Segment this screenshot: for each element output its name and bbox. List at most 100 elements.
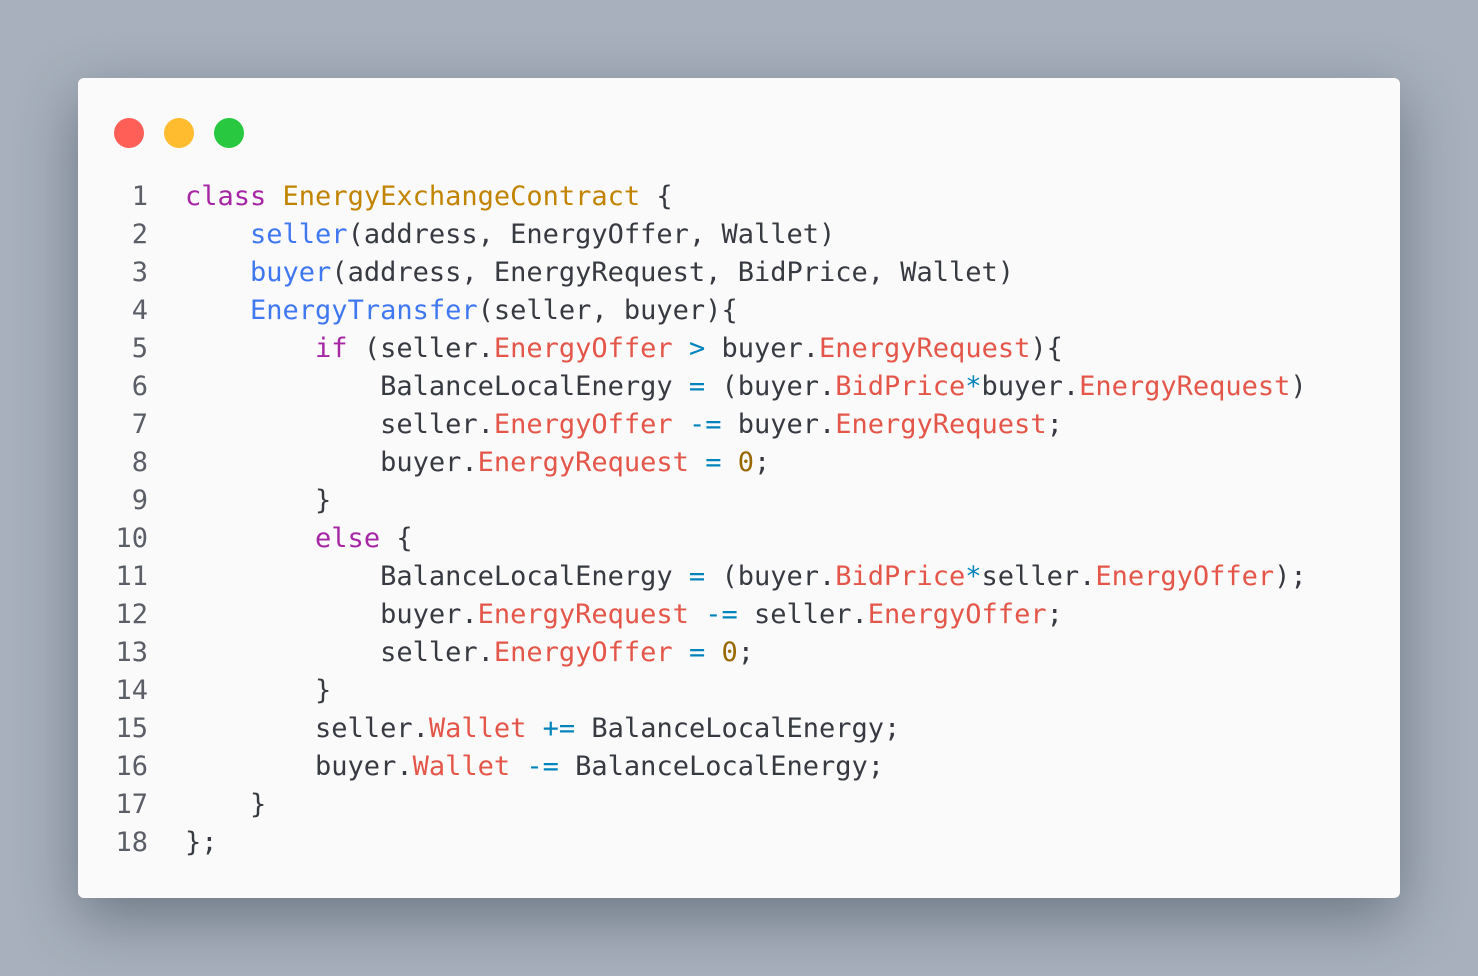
line-number: 7 — [131, 409, 148, 440]
code-token: EnergyOffer — [867, 599, 1047, 630]
code-token: += — [542, 713, 576, 744]
code-token: buyer. — [185, 447, 478, 478]
code-token: seller. — [981, 561, 1096, 592]
code-token: -= — [688, 409, 722, 440]
code-token: EnergyTransfer — [250, 295, 478, 326]
code-text: buyer.Wallet -= BalanceLocalEnergy; — [185, 748, 884, 786]
line-number: 13 — [115, 637, 148, 668]
code-token: EnergyOffer — [493, 409, 673, 440]
code-line: 17 } — [78, 786, 1400, 824]
code-token: buyer. — [185, 599, 478, 630]
code-token: buyer — [250, 257, 332, 288]
code-line: 14 } — [78, 672, 1400, 710]
code-token: = — [688, 371, 706, 402]
code-text: buyer.EnergyRequest -= seller.EnergyOffe… — [185, 596, 1063, 634]
code-token: EnergyRequest — [477, 599, 689, 630]
code-token: { — [380, 523, 413, 554]
code-line: 15 seller.Wallet += BalanceLocalEnergy; — [78, 710, 1400, 748]
code-token: buyer. — [185, 751, 413, 782]
code-token: (address, EnergyOffer, Wallet) — [347, 219, 836, 250]
code-token: > — [688, 333, 706, 364]
code-text: } — [185, 786, 266, 824]
code-token: * — [965, 371, 982, 402]
code-token: else — [315, 523, 381, 554]
code-token: buyer. — [981, 371, 1080, 402]
code-text: BalanceLocalEnergy = (buyer.BidPrice*sel… — [185, 558, 1307, 596]
line-number: 18 — [115, 827, 148, 858]
code-token: BidPrice — [835, 561, 966, 592]
code-text: buyer(address, EnergyRequest, BidPrice, … — [185, 254, 1014, 292]
code-token: }; — [185, 827, 218, 858]
code-token: 0 — [737, 447, 754, 478]
code-token: ; — [737, 637, 754, 668]
code-text: }; — [185, 824, 218, 862]
code-text: EnergyTransfer(seller, buyer){ — [185, 292, 738, 330]
code-token: ); — [1274, 561, 1307, 592]
code-token: ){ — [1030, 333, 1063, 364]
code-token: * — [965, 561, 982, 592]
line-number: 2 — [131, 219, 148, 250]
code-line: 11 BalanceLocalEnergy = (buyer.BidPrice*… — [78, 558, 1400, 596]
code-text: class EnergyExchangeContract { — [185, 178, 673, 216]
code-text: } — [185, 482, 331, 520]
code-token: (seller, buyer){ — [477, 295, 738, 326]
maximize-dot-icon[interactable] — [214, 118, 244, 148]
code-line: 5 if (seller.EnergyOffer > buyer.EnergyR… — [78, 330, 1400, 368]
code-token: EnergyRequest — [477, 447, 689, 478]
code-token: } — [185, 675, 332, 706]
code-token: { — [640, 181, 673, 212]
line-number: 9 — [131, 485, 148, 516]
code-token: BidPrice — [835, 371, 966, 402]
close-dot-icon[interactable] — [114, 118, 144, 148]
code-token: Wallet — [428, 713, 527, 744]
code-text: seller.Wallet += BalanceLocalEnergy; — [185, 710, 900, 748]
code-token: (buyer. — [705, 561, 836, 592]
code-token: seller. — [185, 409, 494, 440]
code-token: seller — [250, 219, 348, 250]
code-token: BalanceLocalEnergy — [185, 561, 689, 592]
code-token: buyer. — [705, 333, 820, 364]
line-number: 6 — [131, 371, 148, 402]
code-line: 2 seller(address, EnergyOffer, Wallet) — [78, 216, 1400, 254]
code-token: seller. — [737, 599, 868, 630]
code-token: = — [705, 447, 722, 478]
code-block: 1 class EnergyExchangeContract {2 seller(… — [78, 178, 1400, 862]
line-number: 15 — [115, 713, 148, 744]
code-token: = — [688, 561, 706, 592]
line-number: 3 — [131, 257, 148, 288]
code-token: ; — [1046, 409, 1063, 440]
line-number: 5 — [131, 333, 148, 364]
code-token: if — [315, 333, 348, 364]
code-line: 18}; — [78, 824, 1400, 862]
code-token: (address, EnergyRequest, BidPrice, Walle… — [331, 257, 1015, 288]
code-token: EnergyOffer — [493, 637, 673, 668]
line-number: 12 — [115, 599, 148, 630]
line-number: 4 — [131, 295, 148, 326]
code-token: Wallet — [412, 751, 511, 782]
code-token: EnergyExchangeContract — [282, 181, 641, 212]
code-line: 1 class EnergyExchangeContract { — [78, 178, 1400, 216]
line-number: 10 — [115, 523, 148, 554]
code-token: class — [185, 181, 267, 212]
code-text: if (seller.EnergyOffer > buyer.EnergyReq… — [185, 330, 1063, 368]
code-token: BalanceLocalEnergy; — [558, 751, 885, 782]
code-token: ; — [754, 447, 771, 478]
code-text: seller.EnergyOffer -= buyer.EnergyReques… — [185, 406, 1063, 444]
code-line: 9 } — [78, 482, 1400, 520]
code-token: (seller. — [347, 333, 494, 364]
code-token: BalanceLocalEnergy — [185, 371, 689, 402]
code-token: EnergyOffer — [493, 333, 673, 364]
minimize-dot-icon[interactable] — [164, 118, 194, 148]
code-token: -= — [705, 599, 738, 630]
